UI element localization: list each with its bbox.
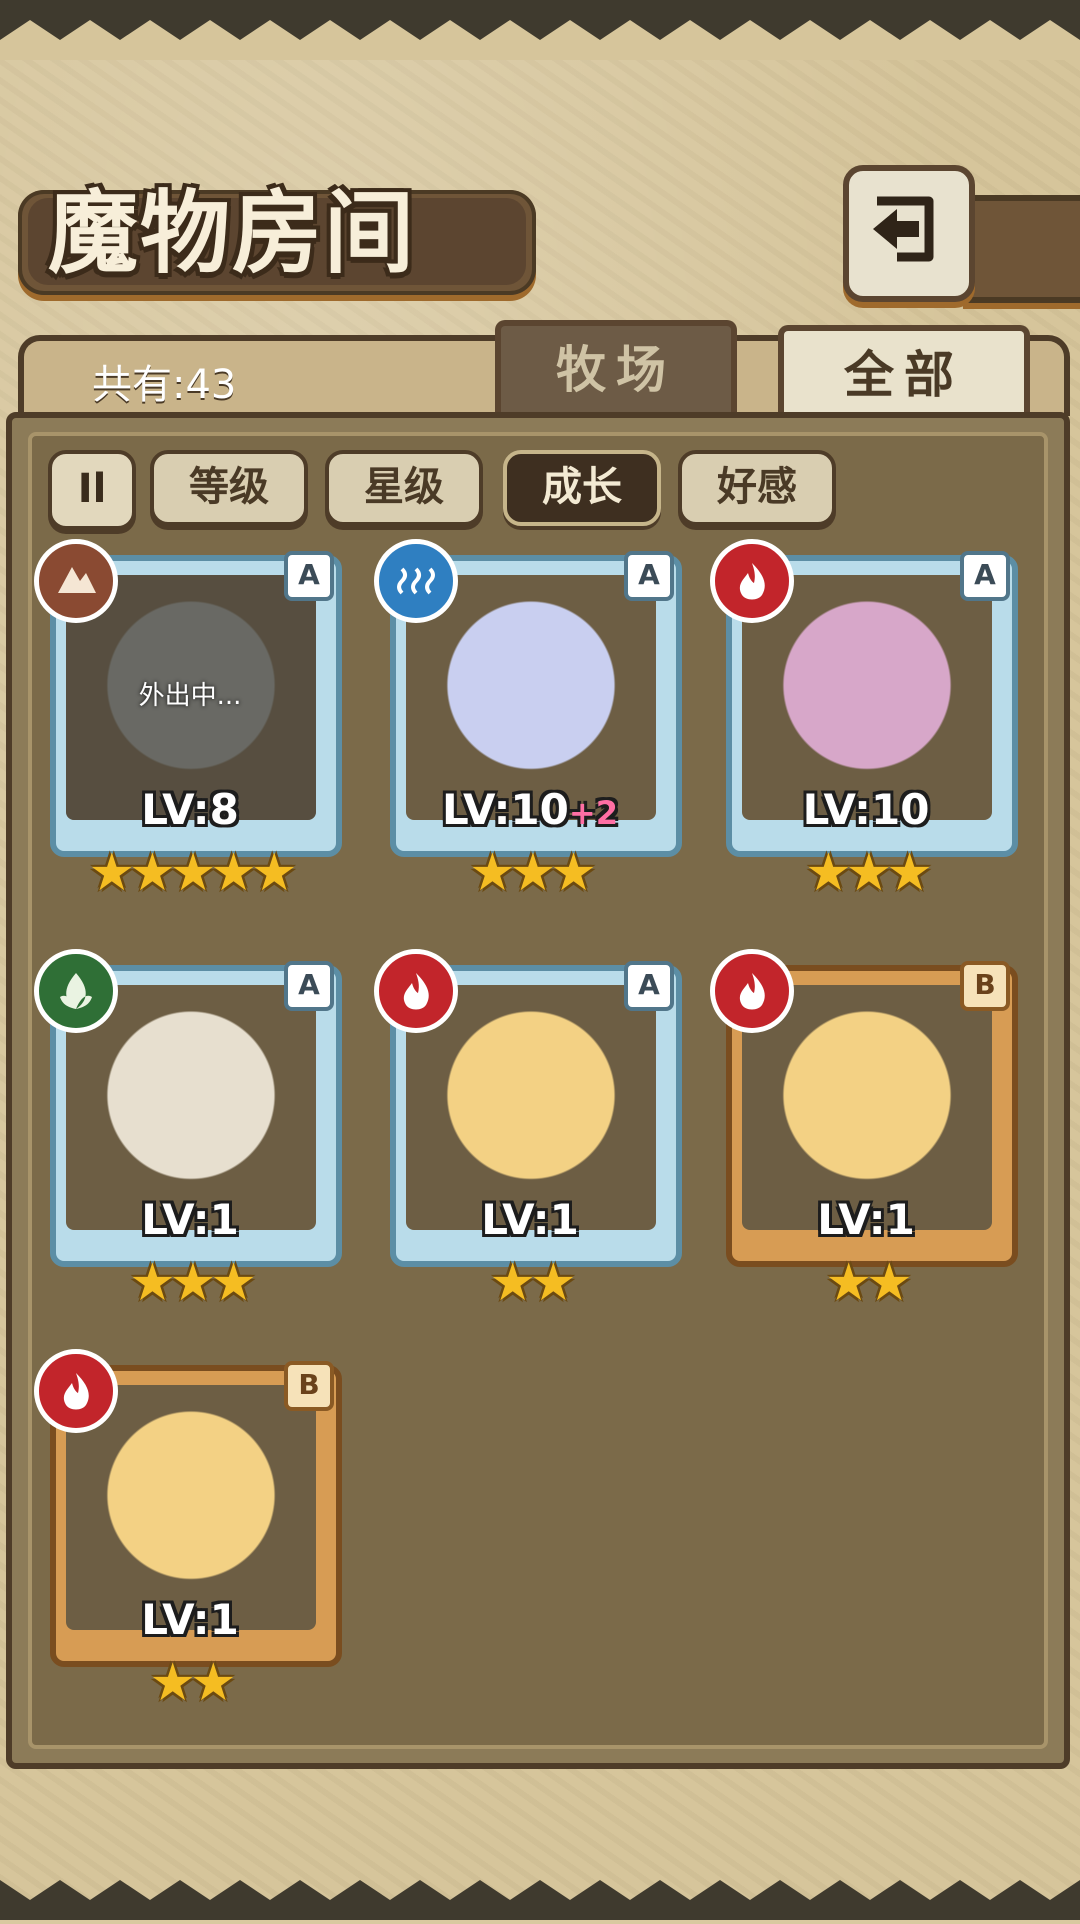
level-label: LV:8 — [40, 785, 340, 834]
level-value: LV:1 — [141, 1195, 239, 1244]
level-label: LV:10 — [716, 785, 1016, 834]
monster-card[interactable]: A 外出中... LV:8 ★★★★★ — [34, 539, 342, 903]
rank-badge: A — [624, 551, 674, 601]
level-label: LV:1 — [716, 1195, 1016, 1244]
star-rating: ★★★★★ — [88, 843, 297, 903]
star-rating: ★★★ — [129, 1253, 257, 1313]
star-rating: ★★ — [489, 1253, 576, 1313]
level-value: LV:8 — [141, 785, 239, 834]
tab-pasture[interactable]: 牧场 — [495, 320, 737, 418]
back-plate — [963, 195, 1080, 303]
star-rating: ★★★ — [805, 843, 933, 903]
level-label: LV:1 — [380, 1195, 680, 1244]
star-rating: ★★★ — [469, 843, 597, 903]
monster-card[interactable]: A LV:10 ★★★ — [710, 539, 1018, 903]
page-title: 魔物房间 — [48, 181, 416, 286]
bottom-border — [0, 1760, 1080, 1920]
level-label: LV:1 — [40, 1195, 340, 1244]
element-fire-icon — [710, 539, 794, 623]
rank-badge: A — [960, 551, 1010, 601]
rank-badge: A — [624, 961, 674, 1011]
rank-badge: B — [960, 961, 1010, 1011]
element-water-icon — [374, 539, 458, 623]
rank-badge: A — [284, 551, 334, 601]
filter-level-button[interactable]: 等级 — [150, 450, 308, 526]
back-button[interactable] — [843, 165, 975, 302]
element-fire-icon — [34, 1349, 118, 1433]
filter-star-button[interactable]: 星级 — [325, 450, 483, 526]
star-rating: ★★ — [149, 1653, 236, 1713]
tab-pasture-label: 牧场 — [556, 341, 676, 399]
rank-badge: A — [284, 961, 334, 1011]
monster-card[interactable]: A LV:1 ★★★ — [34, 949, 342, 1313]
away-status: 外出中... — [138, 681, 242, 711]
level-value: LV:1 — [481, 1195, 579, 1244]
monster-card[interactable]: B LV:1 ★★ — [34, 1349, 342, 1713]
return-arrow-icon — [873, 196, 934, 262]
level-value: LV:10 — [802, 785, 930, 834]
star-rating: ★★ — [825, 1253, 912, 1313]
tab-all-label: 全部 — [844, 346, 964, 404]
sort-order-button[interactable]: Il — [48, 450, 136, 530]
monster-card[interactable]: A LV:1 ★★ — [374, 949, 682, 1313]
element-fire-icon — [374, 949, 458, 1033]
filter-growth-button[interactable]: 成长 — [503, 450, 661, 526]
level-bonus: +2 — [568, 794, 618, 832]
level-value: LV:1 — [141, 1595, 239, 1644]
element-fire-icon — [710, 949, 794, 1033]
level-value: LV:10 — [442, 785, 569, 834]
rank-badge: B — [284, 1361, 334, 1411]
element-earth-icon — [34, 539, 118, 623]
level-label: LV:10+2 — [380, 785, 680, 834]
filter-affection-button[interactable]: 好感 — [678, 450, 836, 526]
level-value: LV:1 — [817, 1195, 915, 1244]
monster-card[interactable]: B LV:1 ★★ — [710, 949, 1018, 1313]
element-wood-icon — [34, 949, 118, 1033]
top-border — [0, 0, 1080, 60]
monster-card[interactable]: A LV:10+2 ★★★ — [374, 539, 682, 903]
level-label: LV:1 — [40, 1595, 340, 1644]
monster-count: 共有:43 — [92, 362, 237, 408]
